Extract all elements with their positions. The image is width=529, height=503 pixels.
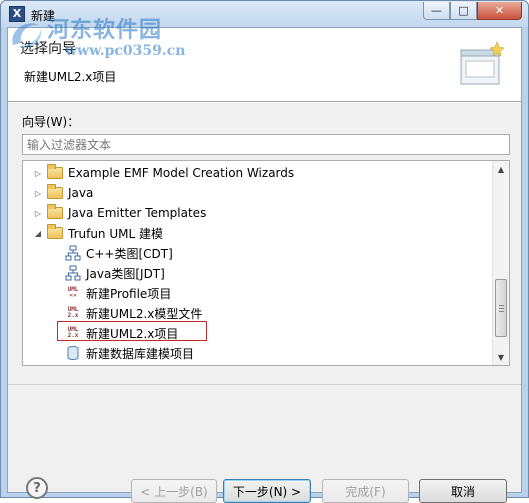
tree-item-java[interactable]: ▷ Java bbox=[33, 183, 93, 203]
tree-item-label: 新建UML2.x模型文件 bbox=[86, 306, 203, 321]
tree-item-example-emf[interactable]: ▷ Example EMF Model Creation Wizards bbox=[33, 163, 294, 183]
dialog-client: 选择向导 新建UML2.x项目 向导(W)： ▷ Example EMF Mod… bbox=[7, 27, 522, 503]
maximize-button[interactable]: □ bbox=[450, 2, 477, 20]
page-description: 新建UML2.x项目 bbox=[24, 70, 117, 84]
cancel-button[interactable]: 取消 bbox=[419, 479, 507, 503]
tree-item-trufun-uml[interactable]: ◢ Trufun UML 建模 bbox=[33, 223, 163, 243]
collapse-arrow-icon[interactable]: ◢ bbox=[33, 228, 43, 238]
tree-item-java-emitter[interactable]: ▷ Java Emitter Templates bbox=[33, 203, 206, 223]
tree-item-label: Example EMF Model Creation Wizards bbox=[68, 166, 295, 180]
watermark-logo-icon bbox=[12, 23, 42, 48]
expand-arrow-icon[interactable]: ▷ bbox=[33, 168, 43, 178]
wizard-body: 向导(W)： ▷ Example EMF Model Creation Wiza… bbox=[8, 103, 521, 503]
scroll-up-arrow-icon[interactable]: ▲ bbox=[493, 161, 509, 177]
footer-separator bbox=[8, 384, 521, 385]
wizard-tree[interactable]: ▷ Example EMF Model Creation Wizards ▷ J… bbox=[22, 160, 510, 366]
scroll-thumb[interactable] bbox=[495, 279, 507, 337]
tree-item-new-uml2-model-file[interactable]: UML 2.x 新建UML2.x模型文件 bbox=[65, 303, 203, 323]
finish-button[interactable]: 完成(F) bbox=[322, 479, 409, 503]
next-button[interactable]: 下一步(N) > bbox=[223, 479, 311, 503]
watermark-logo-text: 河东软件园 bbox=[47, 17, 163, 43]
tree-scrollbar[interactable]: ▲ ▼ bbox=[492, 161, 509, 365]
wizard-banner-icon bbox=[460, 41, 505, 85]
tree-item-label: Java类图[JDT] bbox=[86, 266, 165, 281]
tree-item-new-database-project[interactable]: 新建数据库建模项目 bbox=[65, 343, 194, 363]
back-button[interactable]: < 上一步(B) bbox=[131, 479, 217, 503]
minimize-button[interactable]: — bbox=[423, 2, 450, 20]
tree-item-label: 新建数据库建模项目 bbox=[86, 346, 195, 361]
tree-item-cpp-class-diagram[interactable]: C++类图[CDT] bbox=[65, 243, 173, 263]
uml2-file-icon: UML 2.x bbox=[67, 306, 79, 319]
expand-arrow-icon[interactable]: ▷ bbox=[33, 188, 43, 198]
tree-item-label: 新建Profile项目 bbox=[86, 286, 172, 301]
selection-highlight bbox=[57, 321, 207, 341]
folder-icon bbox=[47, 184, 63, 199]
tree-item-java-class-diagram[interactable]: Java类图[JDT] bbox=[65, 263, 165, 283]
class-diagram-icon bbox=[65, 265, 81, 281]
expand-arrow-icon[interactable]: ▷ bbox=[33, 208, 43, 218]
folder-open-icon bbox=[47, 224, 63, 239]
database-icon bbox=[67, 346, 79, 360]
class-diagram-icon bbox=[65, 245, 81, 261]
tree-item-label: Trufun UML 建模 bbox=[68, 226, 163, 241]
folder-icon bbox=[47, 204, 63, 219]
scroll-down-arrow-icon[interactable]: ▼ bbox=[493, 349, 509, 365]
watermark-url: www.pc0359.cn bbox=[65, 43, 186, 59]
folder-icon bbox=[47, 164, 63, 179]
tree-item-label: C++类图[CDT] bbox=[86, 246, 173, 261]
window-controls: — □ ✕ bbox=[423, 2, 522, 20]
filter-input[interactable] bbox=[22, 134, 510, 155]
tree-item-new-profile-project[interactable]: UML «» 新建Profile项目 bbox=[65, 283, 172, 303]
dialog-window: X 新建 — □ ✕ 选择向导 新建UML2.x项目 向导(W)： 输入过滤器文… bbox=[0, 0, 529, 503]
tree-item-label: Java bbox=[68, 186, 94, 200]
tree-item-label: Java Emitter Templates bbox=[68, 206, 207, 220]
wizard-filter-label: 向导(W)： bbox=[22, 115, 80, 129]
help-icon[interactable]: ? bbox=[26, 477, 48, 499]
uml-profile-icon: UML «» bbox=[67, 286, 79, 299]
close-button[interactable]: ✕ bbox=[477, 2, 522, 20]
